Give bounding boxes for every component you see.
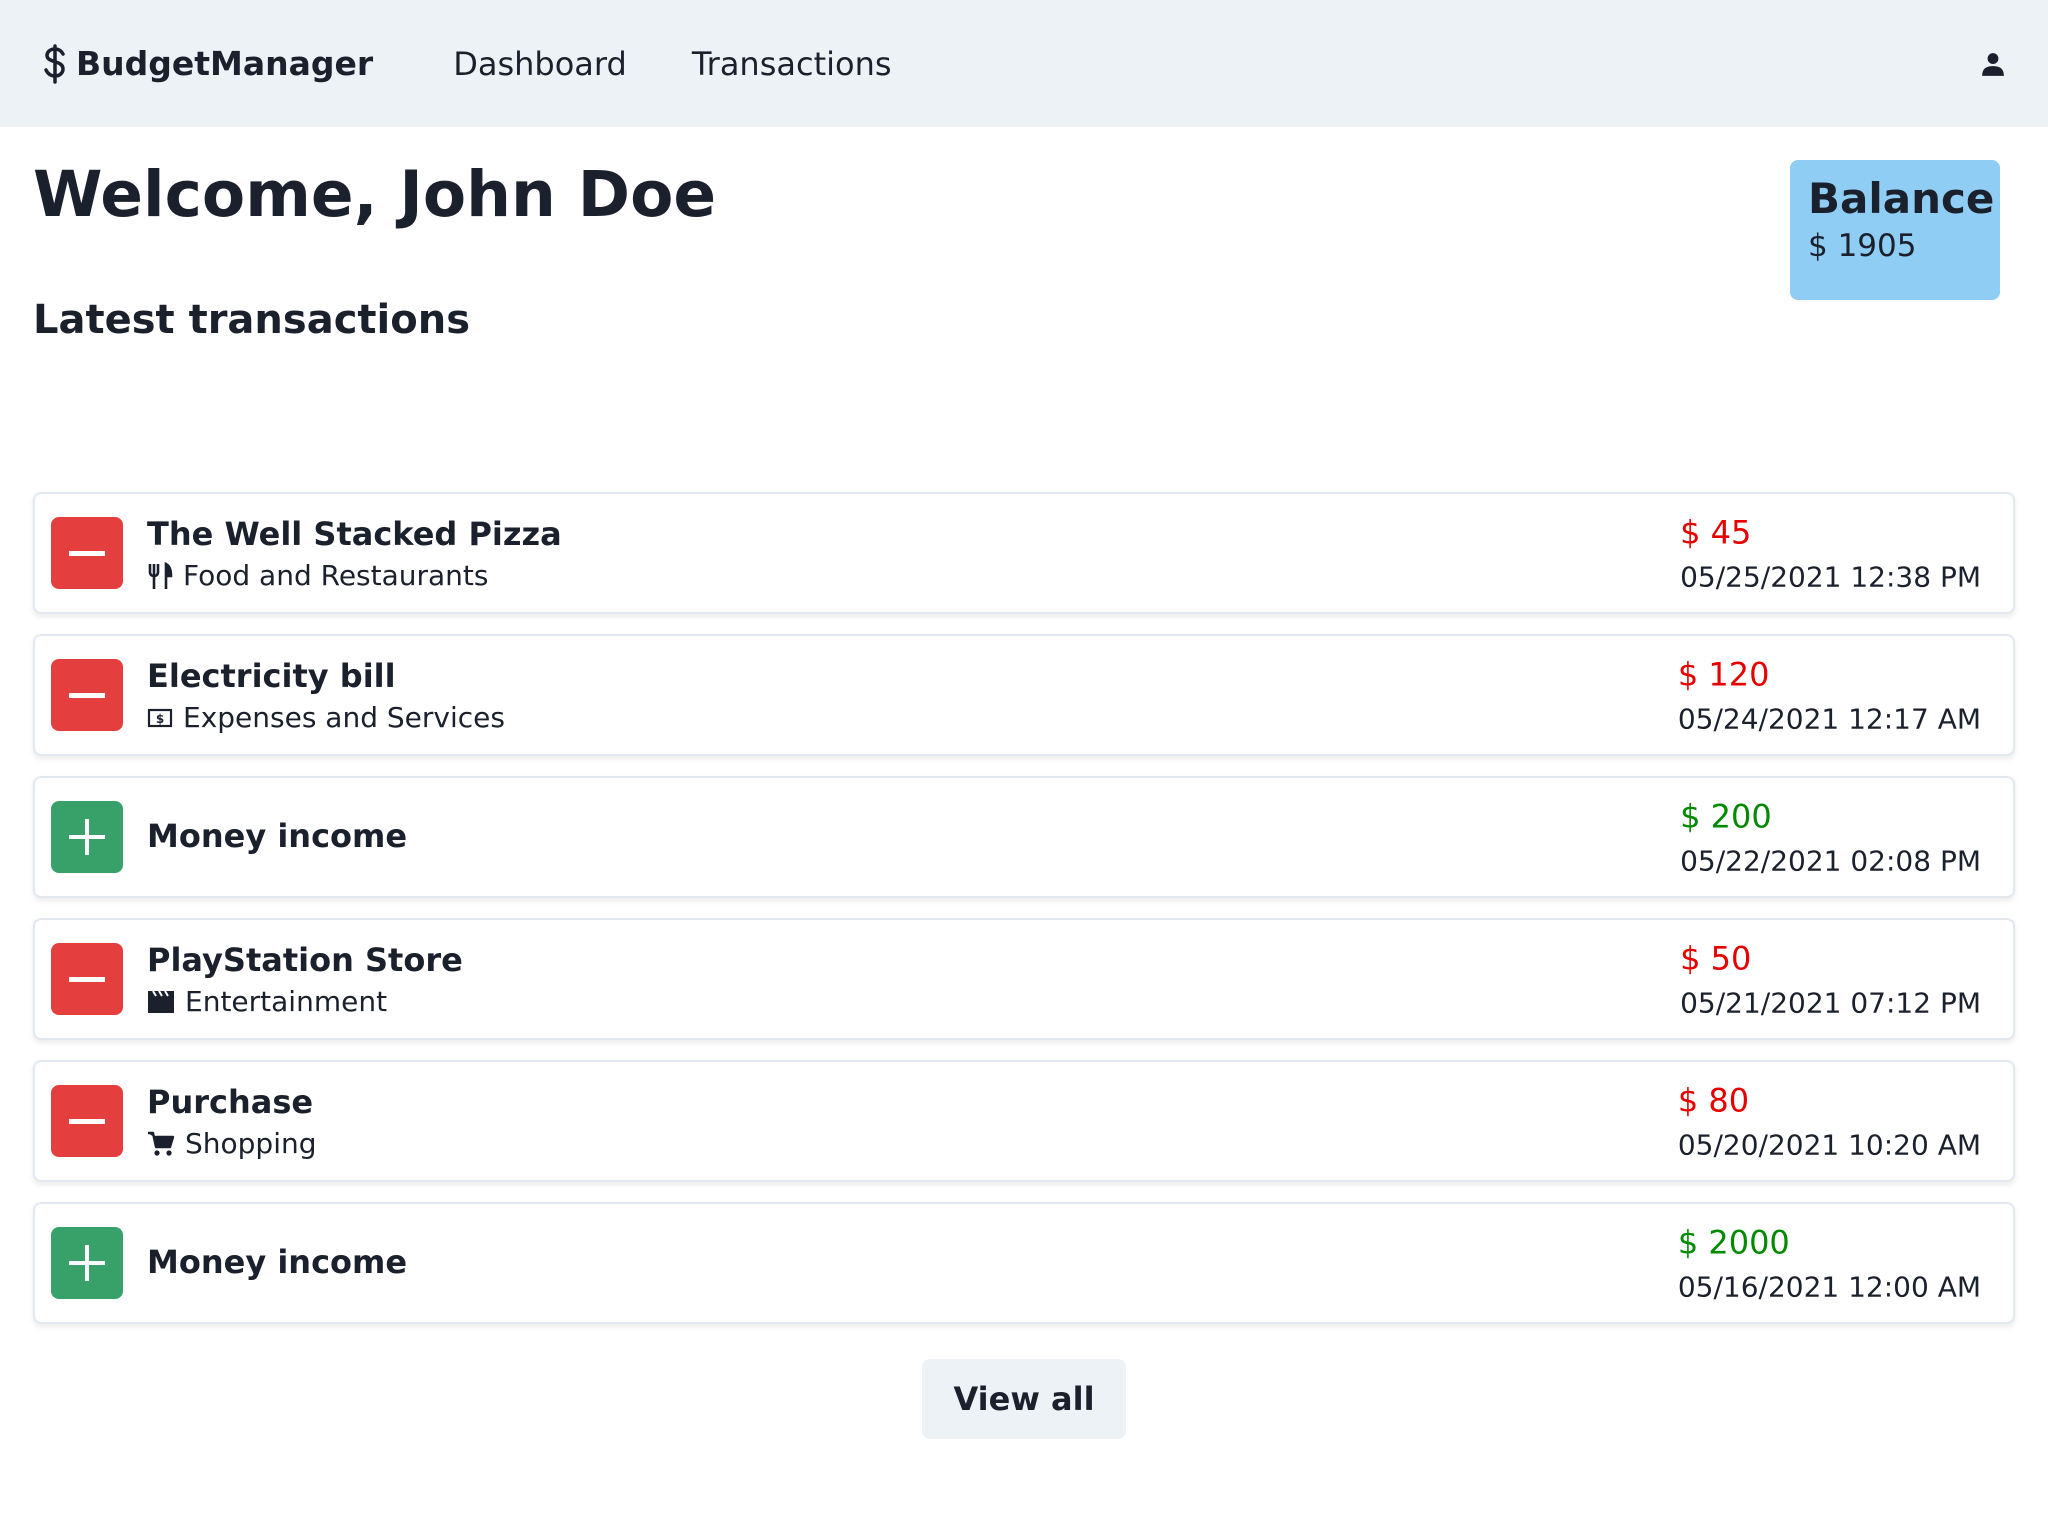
page-title: Welcome, John Doe [33, 158, 717, 231]
transaction-date: 05/21/2021 07:12 PM [1680, 986, 1981, 1020]
transaction-date: 05/25/2021 12:38 PM [1680, 560, 1981, 594]
svg-text:$: $ [156, 712, 164, 726]
category-label: Food and Restaurants [183, 559, 489, 593]
transaction-meta: $ 45 05/25/2021 12:38 PM [1680, 513, 1981, 594]
transaction-name: Purchase [147, 1082, 314, 1121]
transaction-card[interactable]: PlayStation Store Entertainment $ 50 05/… [33, 918, 2015, 1040]
minus-icon [51, 1085, 123, 1157]
transaction-category: Entertainment [147, 985, 463, 1018]
transaction-amount: $ 120 [1677, 655, 1770, 694]
transaction-info: Money income [147, 816, 407, 858]
view-all-button[interactable]: View all [922, 1359, 1126, 1439]
transaction-date: 05/16/2021 12:00 AM [1677, 1270, 1981, 1304]
transaction-info: Electricity bill $ Expenses and Services [147, 656, 505, 735]
utensils-icon [147, 561, 173, 590]
category-label: Shopping [185, 1127, 317, 1161]
transaction-name: PlayStation Store [147, 940, 463, 979]
transaction-category: Shopping [147, 1127, 317, 1160]
nav-links: Dashboard Transactions [453, 45, 891, 83]
transaction-amount: $ 2000 [1677, 1223, 1790, 1262]
category-label: Expenses and Services [183, 701, 505, 735]
transaction-meta: $ 2000 05/16/2021 12:00 AM [1678, 1223, 1981, 1304]
transaction-meta: $ 80 05/20/2021 10:20 AM [1678, 1081, 1981, 1162]
transaction-info: Purchase Shopping [147, 1082, 317, 1161]
section-title: Latest transactions [33, 297, 471, 343]
minus-icon [51, 943, 123, 1015]
transaction-amount: $ 80 [1677, 1081, 1750, 1120]
transaction-card[interactable]: Purchase Shopping $ 80 05/20/2021 10:20 … [33, 1060, 2015, 1182]
transaction-card[interactable]: Money income $ 200 05/22/2021 02:08 PM [33, 776, 2015, 898]
transaction-info: PlayStation Store Entertainment [147, 940, 463, 1019]
transaction-info: Money income [147, 1242, 407, 1284]
transaction-category: Food and Restaurants [147, 559, 562, 592]
brand-name: BudgetManager [76, 44, 374, 83]
transaction-category: $ Expenses and Services [147, 701, 505, 734]
transaction-meta: $ 200 05/22/2021 02:08 PM [1680, 797, 1981, 878]
transaction-date: 05/24/2021 12:17 AM [1677, 702, 1981, 736]
transaction-info: The Well Stacked Pizza Food and Restaura… [147, 514, 562, 593]
transaction-card[interactable]: Money income $ 2000 05/16/2021 12:00 AM [33, 1202, 2015, 1324]
minus-icon [51, 659, 123, 731]
minus-icon [51, 517, 123, 589]
balance-value: $ 1905 [1808, 228, 1917, 265]
dollar-icon [42, 43, 68, 84]
transaction-name: Electricity bill [147, 656, 396, 695]
transaction-card[interactable]: The Well Stacked Pizza Food and Restaura… [33, 492, 2015, 614]
plus-icon [51, 801, 123, 873]
transaction-name: Money income [147, 1243, 408, 1282]
nav-link-transactions[interactable]: Transactions [692, 45, 892, 83]
top-navbar: BudgetManager Dashboard Transactions [0, 0, 2048, 127]
user-icon[interactable] [1980, 51, 2006, 77]
transaction-name: The Well Stacked Pizza [147, 514, 562, 553]
category-label: Entertainment [185, 985, 388, 1019]
cart-icon [147, 1131, 175, 1157]
transaction-list: The Well Stacked Pizza Food and Restaura… [33, 492, 2015, 1344]
transaction-date: 05/20/2021 10:20 AM [1677, 1128, 1981, 1162]
money-bill-icon: $ [147, 707, 173, 729]
transaction-amount: $ 45 [1680, 513, 1752, 552]
transaction-meta: $ 50 05/21/2021 07:12 PM [1680, 939, 1981, 1020]
clapperboard-icon [147, 990, 175, 1014]
balance-card: Balance $ 1905 [1790, 160, 2000, 300]
transaction-meta: $ 120 05/24/2021 12:17 AM [1678, 655, 1981, 736]
transaction-amount: $ 50 [1680, 939, 1752, 978]
brand[interactable]: BudgetManager [42, 43, 374, 84]
transaction-amount: $ 200 [1680, 797, 1772, 836]
transaction-card[interactable]: Electricity bill $ Expenses and Services… [33, 634, 2015, 756]
transaction-name: Money income [147, 817, 408, 856]
transaction-date: 05/22/2021 02:08 PM [1680, 844, 1981, 878]
nav-link-dashboard[interactable]: Dashboard [453, 45, 627, 83]
balance-title: Balance [1808, 174, 1995, 223]
plus-icon [51, 1227, 123, 1299]
